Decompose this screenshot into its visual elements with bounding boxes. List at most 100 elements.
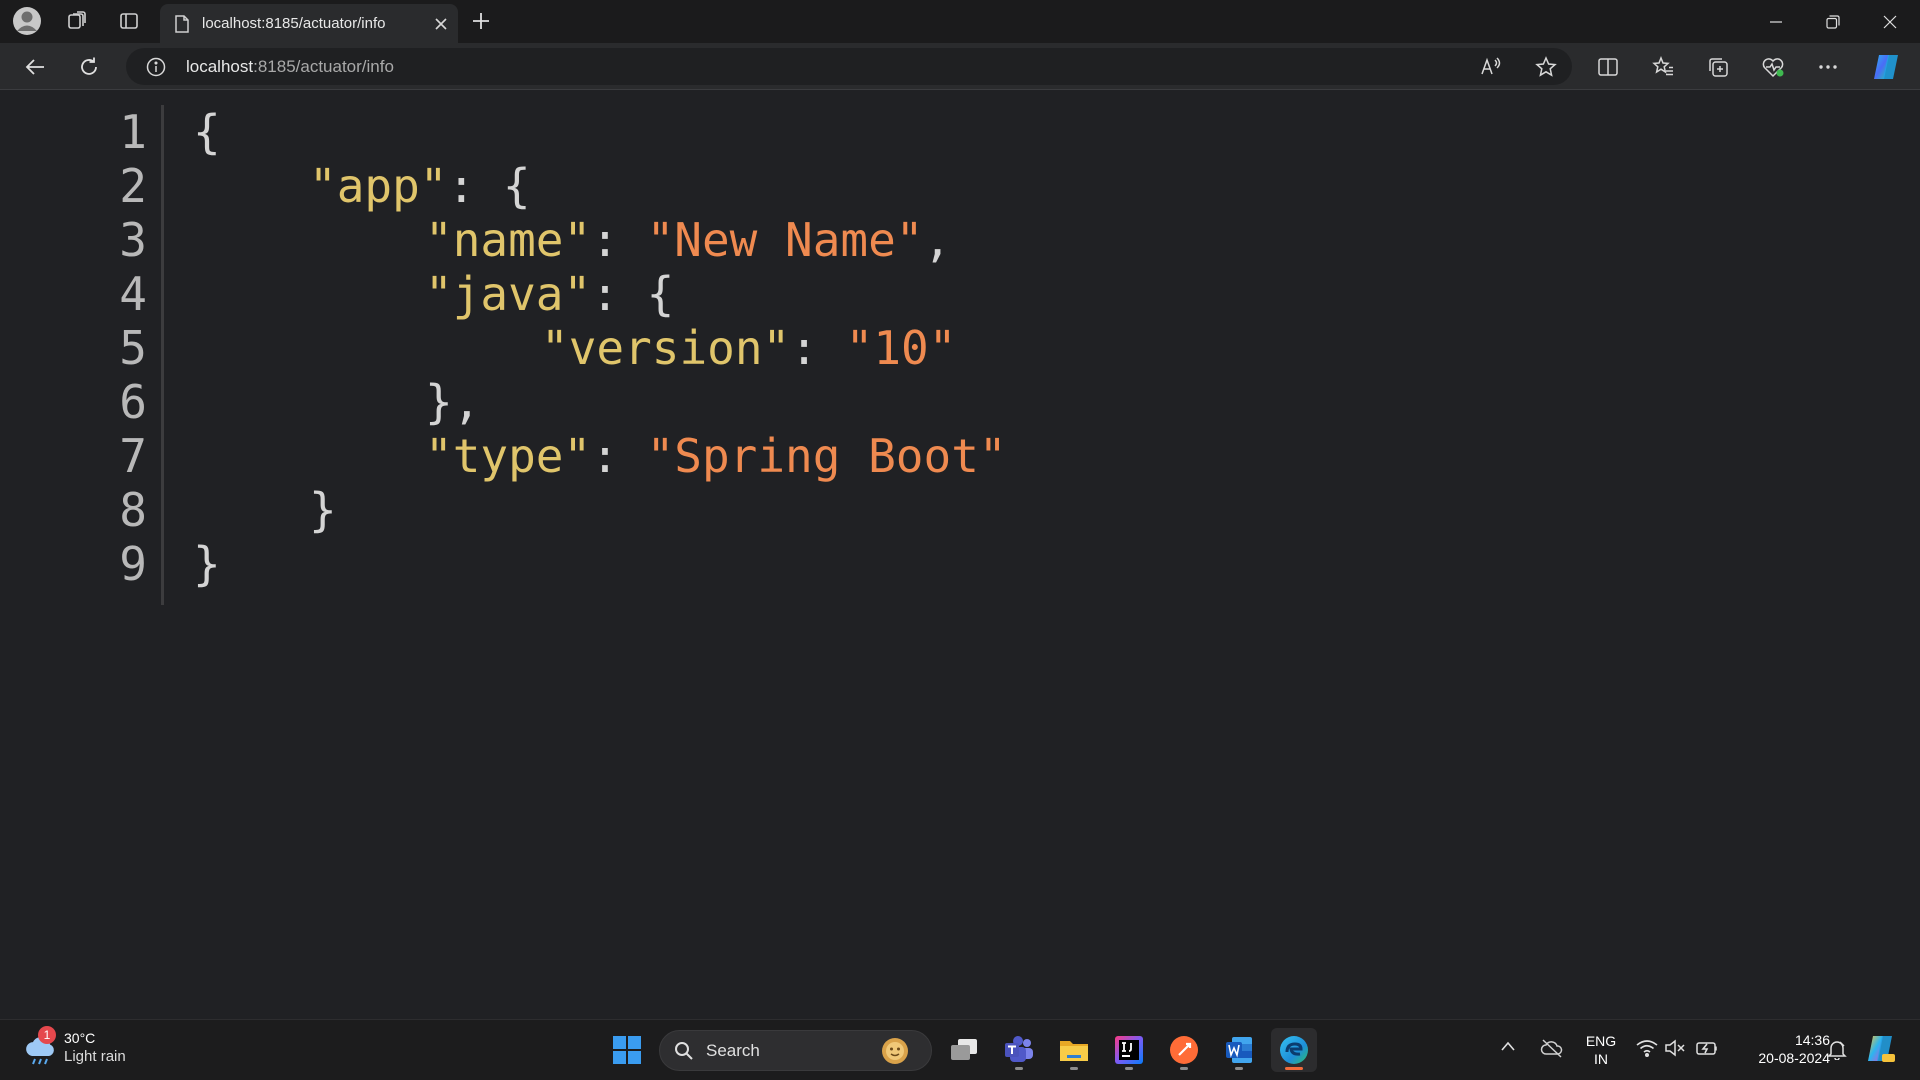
url-text[interactable]: localhost:8185/actuator/info: [186, 57, 394, 77]
code-line-5: "version": "10": [541, 321, 956, 375]
colon: :: [790, 321, 846, 375]
search-label: Search: [706, 1041, 760, 1060]
line-number: 7: [119, 429, 147, 483]
workspaces-icon[interactable]: [56, 6, 98, 36]
close-window-icon[interactable]: [1862, 0, 1918, 43]
minimize-icon[interactable]: [1748, 0, 1804, 43]
tab-title: localhost:8185/actuator/info: [202, 15, 386, 32]
notifications-icon[interactable]: [1826, 1038, 1848, 1060]
clock-time: 14:36: [1794, 1032, 1830, 1048]
weather-condition: Light rain: [64, 1048, 126, 1065]
start-icon[interactable]: [604, 1028, 650, 1072]
language-indicator[interactable]: ENG IN: [1582, 1032, 1620, 1068]
running-indicator: [1235, 1067, 1243, 1070]
json-key: "version": [541, 321, 791, 375]
brace: }: [309, 483, 337, 537]
line-number: 5: [119, 321, 147, 375]
new-tab-icon[interactable]: [460, 6, 502, 36]
code-line-8: }: [309, 483, 337, 537]
json-string: "New Name": [646, 213, 924, 267]
code-line-9: }: [193, 537, 221, 591]
taskbar-search[interactable]: Search: [659, 1030, 932, 1071]
line-number-gutter: 1 2 3 4 5 6 7 8 9: [100, 105, 164, 605]
weather-temperature: 30°C: [64, 1030, 96, 1046]
browser-essentials-icon[interactable]: [1753, 49, 1793, 85]
back-icon[interactable]: [15, 49, 55, 85]
brace: {: [646, 267, 675, 321]
collections-icon[interactable]: [1698, 49, 1738, 85]
json-string: "Spring Boot": [646, 429, 1007, 483]
taskbar: 1 30°C Light rain Search ENG IN 14:36 20…: [0, 1019, 1920, 1080]
intellij-icon[interactable]: [1106, 1028, 1152, 1072]
battery-charging-icon[interactable]: [1696, 1038, 1720, 1058]
clock[interactable]: 14:36 20-08-2024: [1730, 1031, 1830, 1067]
code-line-6: },: [425, 375, 480, 429]
word-icon[interactable]: [1216, 1028, 1262, 1072]
postman-icon[interactable]: [1161, 1028, 1207, 1072]
restore-icon[interactable]: [1805, 0, 1861, 43]
weather-rain-icon: 1: [22, 1026, 60, 1068]
split-screen-icon[interactable]: [1588, 49, 1628, 85]
colon: :: [591, 267, 647, 321]
colon: :: [447, 159, 503, 213]
file-explorer-icon[interactable]: [1051, 1028, 1097, 1072]
tab-strip: localhost:8185/actuator/info: [0, 0, 1920, 43]
close-tab-icon[interactable]: [434, 17, 448, 31]
search-highlight-icon: [878, 1035, 912, 1067]
running-indicator: [1015, 1067, 1023, 1070]
profile-icon[interactable]: [6, 6, 48, 36]
brace: {: [502, 159, 531, 213]
address-bar[interactable]: localhost:8185/actuator/info: [126, 48, 1572, 85]
volume-muted-icon[interactable]: [1664, 1038, 1686, 1058]
code-line-7: "type": "Spring Boot": [425, 429, 1007, 483]
line-number: 1: [119, 105, 147, 159]
json-key: "name": [425, 213, 592, 267]
active-tab[interactable]: localhost:8185/actuator/info: [160, 4, 458, 43]
json-key: "app": [309, 159, 448, 213]
json-viewer: 1 2 3 4 5 6 7 8 9 { "app": { "name": "Ne…: [0, 91, 1920, 1019]
page-icon: [174, 14, 190, 33]
json-key: "java": [425, 267, 592, 321]
line-number: 8: [119, 483, 147, 537]
json-key: "type": [425, 429, 592, 483]
read-aloud-icon[interactable]: [1480, 56, 1502, 78]
search-icon: [674, 1041, 694, 1061]
code-line-1: {: [193, 105, 221, 159]
task-view-icon[interactable]: [941, 1028, 987, 1072]
more-icon[interactable]: [1808, 49, 1848, 85]
url-host: localhost: [186, 57, 254, 76]
running-indicator: [1180, 1067, 1188, 1070]
code-line-4: "java": {: [425, 267, 674, 321]
brace: }: [193, 537, 221, 591]
wifi-icon[interactable]: [1636, 1038, 1658, 1058]
json-string: "10": [845, 321, 957, 375]
language-code: ENG: [1585, 1033, 1617, 1049]
running-indicator: [1070, 1067, 1078, 1070]
brace: },: [425, 375, 481, 429]
add-favorite-icon[interactable]: [1535, 56, 1557, 78]
active-indicator: [1285, 1067, 1303, 1070]
comma: ,: [923, 213, 952, 267]
weather-widget[interactable]: 1 30°C Light rain: [22, 1026, 126, 1068]
tab-actions-icon[interactable]: [108, 6, 150, 36]
site-info-icon[interactable]: [146, 57, 166, 77]
refresh-icon[interactable]: [69, 49, 109, 85]
onedrive-offline-icon[interactable]: [1540, 1038, 1564, 1058]
favorites-icon[interactable]: [1643, 49, 1683, 85]
teams-icon[interactable]: [996, 1028, 1042, 1072]
clock-date: 20-08-2024: [1758, 1050, 1830, 1066]
region-code: IN: [1594, 1051, 1608, 1067]
colon: :: [591, 429, 647, 483]
chevron-up-icon[interactable]: [1500, 1040, 1516, 1052]
edge-icon[interactable]: [1271, 1028, 1317, 1072]
navigation-toolbar: localhost:8185/actuator/info: [0, 43, 1920, 90]
notification-badge: 1: [38, 1026, 56, 1044]
copilot-icon[interactable]: [1866, 49, 1906, 85]
line-number: 4: [119, 267, 147, 321]
brace: {: [193, 105, 221, 159]
url-path: :8185/actuator/info: [253, 57, 394, 76]
line-number: 6: [119, 375, 147, 429]
copilot-taskbar-icon[interactable]: [1864, 1034, 1896, 1064]
code-line-2: "app": {: [309, 159, 531, 213]
code-line-3: "name": "New Name",: [425, 213, 951, 267]
